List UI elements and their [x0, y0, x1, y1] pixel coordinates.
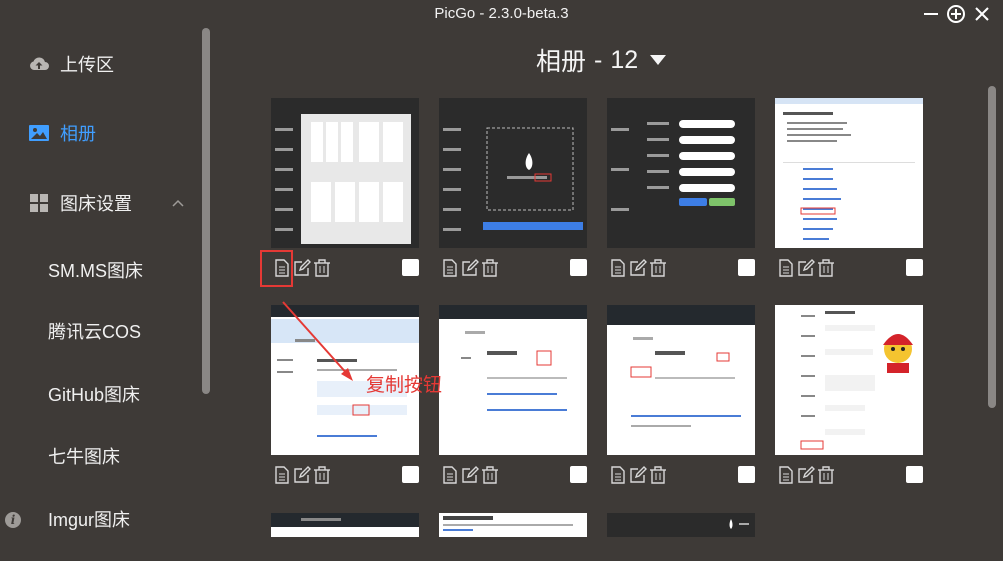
- delete-icon[interactable]: [481, 259, 499, 277]
- sidebar-item-pic-bed-settings[interactable]: 图床设置: [28, 188, 132, 218]
- card-actions: [609, 466, 669, 484]
- edit-icon[interactable]: [629, 259, 647, 277]
- delete-icon[interactable]: [313, 466, 331, 484]
- edit-icon[interactable]: [293, 466, 311, 484]
- grid-icon: [30, 194, 48, 212]
- card-actions: [441, 466, 501, 484]
- sidebar-sub-item-tencent-cos[interactable]: 腾讯云COS: [48, 317, 141, 347]
- copy-icon[interactable]: [273, 466, 291, 484]
- image-thumbnail[interactable]: [775, 305, 923, 455]
- screenshot-image: [607, 305, 755, 455]
- minimize-icon[interactable]: [921, 4, 941, 24]
- delete-icon[interactable]: [481, 466, 499, 484]
- image-thumbnail[interactable]: [607, 98, 755, 248]
- screenshot-image: [439, 513, 587, 537]
- image-thumbnail[interactable]: [607, 305, 755, 455]
- card-actions: [777, 466, 837, 484]
- copy-button-highlight: [260, 250, 293, 287]
- image-thumbnail[interactable]: [439, 513, 587, 537]
- cloud-upload-icon: [30, 57, 49, 70]
- title-bar: PicGo - 2.3.0-beta.3: [0, 0, 1003, 28]
- screenshot-image: [775, 305, 923, 455]
- select-checkbox[interactable]: [906, 259, 923, 276]
- sidebar-sub-item-qiniu[interactable]: 七牛图床: [48, 442, 120, 472]
- delete-icon[interactable]: [649, 259, 667, 277]
- sidebar-scrollbar[interactable]: [202, 28, 210, 394]
- image-thumbnail[interactable]: [775, 98, 923, 248]
- edit-icon[interactable]: [461, 259, 479, 277]
- maximize-icon[interactable]: [946, 4, 966, 24]
- screenshot-image: [775, 98, 923, 248]
- edit-icon[interactable]: [797, 259, 815, 277]
- card-actions: [441, 259, 501, 277]
- image-thumbnail[interactable]: [439, 98, 587, 248]
- album-title-label: 相册: [536, 48, 587, 76]
- edit-icon[interactable]: [629, 466, 647, 484]
- screenshot-image: [607, 513, 755, 537]
- image-icon: [29, 125, 49, 141]
- delete-icon[interactable]: [817, 259, 835, 277]
- edit-icon[interactable]: [293, 259, 311, 277]
- sidebar-item-album[interactable]: 相册: [28, 118, 96, 148]
- caret-down-icon[interactable]: [650, 55, 667, 65]
- gallery-scrollbar[interactable]: [988, 86, 996, 408]
- select-checkbox[interactable]: [906, 466, 923, 483]
- edit-icon[interactable]: [461, 466, 479, 484]
- album-count: 12: [610, 45, 639, 74]
- screenshot-image: [271, 98, 419, 248]
- card-actions: [777, 259, 837, 277]
- sidebar-item-label: 图床设置: [60, 194, 132, 214]
- edit-icon[interactable]: [797, 466, 815, 484]
- copy-icon[interactable]: [609, 259, 627, 277]
- screenshot-image: [607, 98, 755, 248]
- copy-icon[interactable]: [777, 466, 795, 484]
- delete-icon[interactable]: [817, 466, 835, 484]
- image-thumbnail[interactable]: [271, 98, 419, 248]
- select-checkbox[interactable]: [570, 259, 587, 276]
- window-title: PicGo - 2.3.0-beta.3: [434, 5, 569, 22]
- card-actions: [273, 466, 333, 484]
- image-thumbnail[interactable]: [607, 513, 755, 537]
- screenshot-image: [439, 98, 587, 248]
- sidebar: 上传区 相册 图床设置 SM.MS图床 腾讯云COS GitHub图床 七牛图床…: [0, 28, 212, 561]
- copy-icon[interactable]: [777, 259, 795, 277]
- annotation-label: 复制按钮: [366, 375, 443, 396]
- delete-icon[interactable]: [649, 466, 667, 484]
- sidebar-item-upload[interactable]: 上传区: [28, 49, 114, 79]
- image-thumbnail[interactable]: [271, 513, 419, 537]
- sidebar-sub-item-imgur[interactable]: Imgur图床: [48, 505, 130, 535]
- select-checkbox[interactable]: [402, 259, 419, 276]
- select-checkbox[interactable]: [738, 466, 755, 483]
- select-checkbox[interactable]: [738, 259, 755, 276]
- sidebar-item-label: 相册: [60, 124, 96, 144]
- info-icon[interactable]: i: [5, 512, 21, 528]
- copy-icon[interactable]: [609, 466, 627, 484]
- delete-icon[interactable]: [313, 259, 331, 277]
- screenshot-image: [439, 305, 587, 455]
- select-checkbox[interactable]: [570, 466, 587, 483]
- card-actions: [609, 259, 669, 277]
- sidebar-sub-item-github[interactable]: GitHub图床: [48, 380, 140, 410]
- album-header[interactable]: 相册 - 12: [536, 42, 667, 78]
- close-icon[interactable]: [972, 4, 992, 24]
- select-checkbox[interactable]: [402, 466, 419, 483]
- sidebar-item-label: 上传区: [60, 55, 114, 75]
- image-thumbnail[interactable]: [439, 305, 587, 455]
- album-title-separator: -: [594, 45, 603, 74]
- sidebar-sub-item-smms[interactable]: SM.MS图床: [48, 256, 143, 286]
- screenshot-image: [271, 513, 419, 537]
- copy-icon[interactable]: [441, 466, 459, 484]
- chevron-up-icon[interactable]: [171, 196, 185, 210]
- copy-icon[interactable]: [441, 259, 459, 277]
